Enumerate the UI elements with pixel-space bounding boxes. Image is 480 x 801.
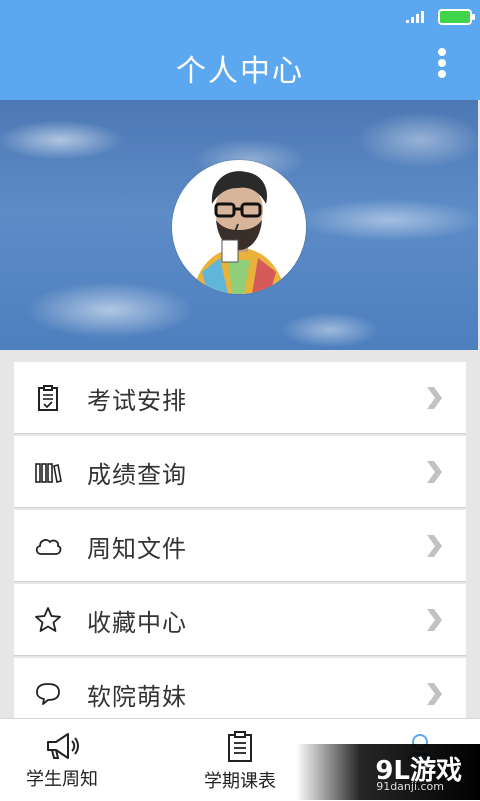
app-bar: 个人中心 [0,32,480,100]
watermark-url: 91danji.com [376,780,444,793]
menu-item-grade-query[interactable]: 成绩查询 [14,436,466,508]
tab-student-notices[interactable]: 学生周知 [0,719,124,801]
tab-term-timetable[interactable]: 学期课表 [180,719,300,801]
avatar-illustration [172,160,306,294]
chevron-right-icon [427,609,442,631]
menu-item-notice-files[interactable]: 周知文件 [14,510,466,582]
more-options-button[interactable] [436,46,448,86]
profile-banner [0,100,478,350]
chat-bubble-icon [36,683,60,705]
tab-label: 学生周知 [26,769,98,790]
chevron-right-icon [427,387,442,409]
menu-item-label: 软院萌妹 [87,683,187,711]
status-bar [0,0,480,32]
menu-list: 考试安排 成绩查询 周知文件 收藏中心 软院萌妹 [14,362,466,732]
battery-icon [438,9,475,25]
tab-label: 学期课表 [204,771,276,792]
watermark: 9L游戏 91danji.com [296,744,480,800]
avatar[interactable] [172,160,306,294]
cloud-icon [35,539,62,555]
chevron-right-icon [427,683,442,705]
menu-item-label: 周知文件 [87,535,187,563]
signal-icon [406,11,424,23]
menu-item-favorites[interactable]: 收藏中心 [14,584,466,656]
menu-item-label: 收藏中心 [87,609,187,637]
chevron-right-icon [427,461,442,483]
dot-icon [438,48,446,56]
schedule-icon [228,731,252,762]
dot-icon [438,59,446,67]
page-title: 个人中心 [176,54,304,89]
menu-item-label: 成绩查询 [87,461,187,489]
dot-icon [438,70,446,78]
star-icon [35,607,61,632]
chevron-right-icon [427,535,442,557]
megaphone-icon [47,733,79,759]
menu-item-label: 考试安排 [87,387,187,415]
menu-item-exam-schedule[interactable]: 考试安排 [14,362,466,434]
clipboard-check-icon [38,385,58,411]
books-icon [35,463,62,483]
